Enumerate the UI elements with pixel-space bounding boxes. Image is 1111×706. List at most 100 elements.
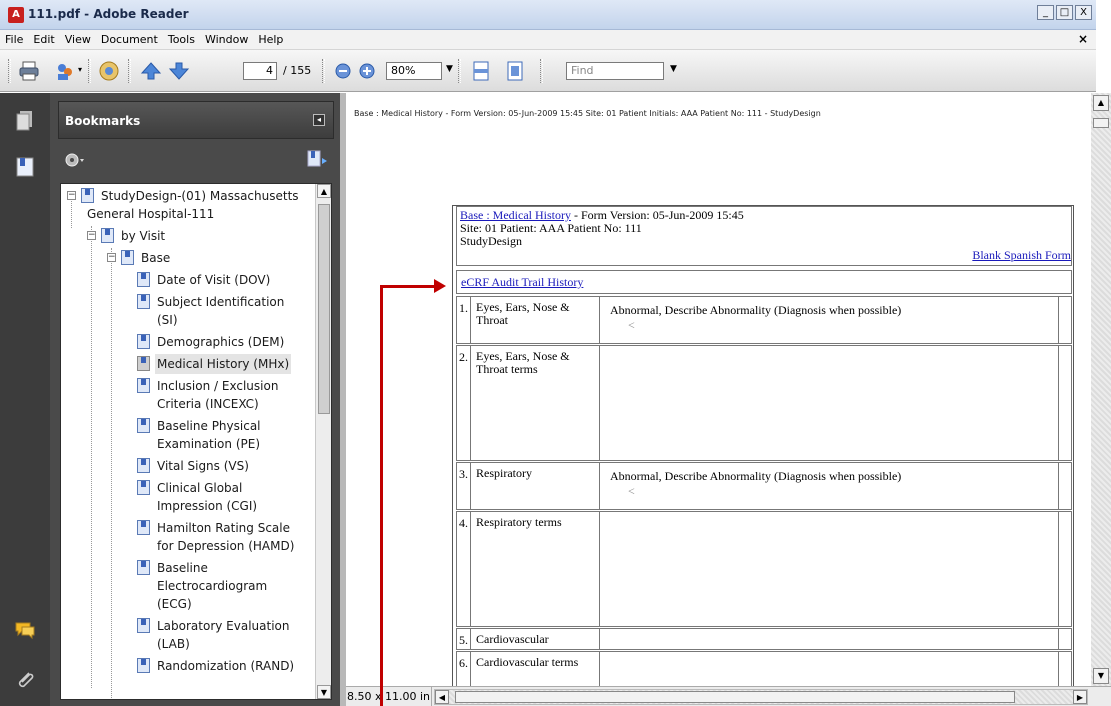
row-label: Eyes, Ears, Nose & Throat [472,297,600,343]
minimize-button[interactable]: _ [1037,5,1054,20]
zoom-level-input[interactable]: 80% [386,62,442,80]
bookmark-label: Randomization (RAND) [157,659,295,673]
toolbar-grip[interactable] [8,59,11,83]
zoom-in-icon[interactable] [356,60,378,82]
row-value: Abnormal, Describe Abnormality (Diagnosi… [604,297,1059,343]
bookmarks-panel-icon[interactable] [14,155,36,177]
row-label: Eyes, Ears, Nose & Throat terms [472,346,600,460]
page-count: / 155 [283,64,312,77]
collapse-toggle-icon[interactable]: − [67,191,76,200]
navigation-rail [0,93,50,706]
collaborate-icon[interactable] [54,60,76,82]
attachments-icon[interactable] [14,669,36,691]
form-version: - Form Version: 05-Jun-2009 15:45 [570,208,744,222]
menu-file[interactable]: File [5,33,23,46]
form-row: 4. Respiratory terms [456,511,1072,627]
bookmarks-tree: − StudyDesign-(01) Massachusetts General… [60,183,332,700]
maximize-button[interactable]: □ [1056,5,1073,20]
document-scroll-thumb[interactable] [1093,118,1109,128]
form-row: 2. Eyes, Ears, Nose & Throat terms [456,345,1072,461]
row-value [604,652,1059,686]
scroll-down-icon[interactable]: ▼ [1093,668,1109,684]
menu-help[interactable]: Help [258,33,283,46]
bookmark-label: General Hospital-111 [87,207,215,221]
bookmark-label: Hamilton Rating Scale [157,521,290,535]
comments-icon[interactable] [14,619,36,641]
bookmark-label: Baseline [157,561,208,575]
document-vertical-scrollbar[interactable]: ▲ ▼ [1091,93,1111,686]
menu-document[interactable]: Document [101,33,158,46]
bookmarks-scroll-thumb[interactable] [318,204,330,414]
collapse-toggle-icon[interactable]: − [107,253,116,262]
row-label: Cardiovascular [472,629,600,649]
form-name-link[interactable]: Base : Medical History [460,208,571,222]
bookmark-icon [101,228,114,243]
menu-tools[interactable]: Tools [168,33,195,46]
close-document-icon[interactable]: × [1078,32,1088,46]
bookmark-icon [137,378,150,393]
bookmark-icon [137,480,150,495]
bookmarks-panel: Bookmarks ◂ − StudyDesign-(01) Massachus… [50,93,340,706]
collapse-panel-icon[interactable]: ◂ [313,114,325,126]
row-label: Respiratory [472,463,600,509]
bookmark-icon [137,520,150,535]
page-number-input[interactable]: 4 [243,62,277,80]
document-view: Base : Medical History - Form Version: 0… [346,93,1091,686]
menu-edit[interactable]: Edit [33,33,54,46]
scroll-left-icon[interactable]: ◀ [435,690,449,704]
bookmark-label: Demographics (DEM) [157,335,285,349]
menu-window[interactable]: Window [205,33,248,46]
bookmark-label: Subject Identification [157,295,285,309]
scroll-up-icon[interactable]: ▲ [317,184,331,198]
title-bar: A 111.pdf - Adobe Reader _ □ X [0,0,1096,30]
options-gear-icon[interactable] [64,151,86,169]
fit-page-icon[interactable] [504,60,526,82]
menu-view[interactable]: View [65,33,91,46]
window-title: 111.pdf - Adobe Reader [28,7,189,21]
horizontal-scroll-thumb[interactable] [455,691,1015,703]
collaborate-dropdown-icon[interactable]: ▾ [78,65,82,74]
find-dropdown-icon[interactable]: ▼ [670,64,677,74]
print-icon[interactable] [18,60,40,82]
row-label: Cardiovascular terms [472,652,600,686]
row-number: 5. [457,629,471,649]
zoom-out-icon[interactable] [332,60,354,82]
row-number: 4. [457,512,471,626]
bookmarks-header: Bookmarks ◂ [58,101,334,139]
toolbar-separator [88,59,91,83]
bookmark-label: Examination (PE) [157,437,261,451]
audit-trail-link[interactable]: eCRF Audit Trail History [461,275,583,289]
next-page-icon[interactable] [168,60,190,82]
previous-page-icon[interactable] [140,60,162,82]
scroll-right-icon[interactable]: ▶ [1073,690,1087,704]
fit-width-icon[interactable] [470,60,492,82]
bookmark-icon [137,658,150,673]
bookmark-label: Electrocardiogram [157,579,268,593]
page-size: 8.50 x 11.00 in [346,687,432,706]
hand-tool-icon[interactable] [98,60,120,82]
zoom-dropdown-icon[interactable]: ▼ [446,64,453,74]
bookmark-icon [121,250,134,265]
form-row: 6. Cardiovascular terms [456,651,1072,686]
scroll-down-icon[interactable]: ▼ [317,685,331,699]
menu-bar: File Edit View Document Tools Window Hel… [0,30,1096,50]
find-input[interactable]: Find [566,62,664,80]
collapse-toggle-icon[interactable]: − [87,231,96,240]
document-horizontal-scrollbar[interactable]: ◀ ▶ [434,689,1088,705]
row-label: Respiratory terms [472,512,600,626]
pages-icon[interactable] [14,109,36,131]
bookmarks-scrollbar[interactable]: ▲ ▼ [315,184,331,699]
toolbar-separator-5 [540,59,543,83]
row-value-sub: < [628,484,635,498]
bookmark-icon [137,458,150,473]
scroll-up-icon[interactable]: ▲ [1093,95,1109,111]
row-value: Abnormal, Describe Abnormality (Diagnosi… [604,463,1059,509]
site-patient-line: Site: 01 Patient: AAA Patient No: 111 [460,221,642,235]
close-window-button[interactable]: X [1075,5,1092,20]
form-row: 1. Eyes, Ears, Nose & Throat Abnormal, D… [456,296,1072,344]
new-bookmark-icon[interactable] [306,149,328,169]
crf-form: Base : Medical History - Form Version: 0… [452,205,1074,686]
row-number: 1. [457,297,471,343]
blank-spanish-form-link[interactable]: Blank Spanish Form [972,249,1071,262]
row-value [604,629,1059,649]
